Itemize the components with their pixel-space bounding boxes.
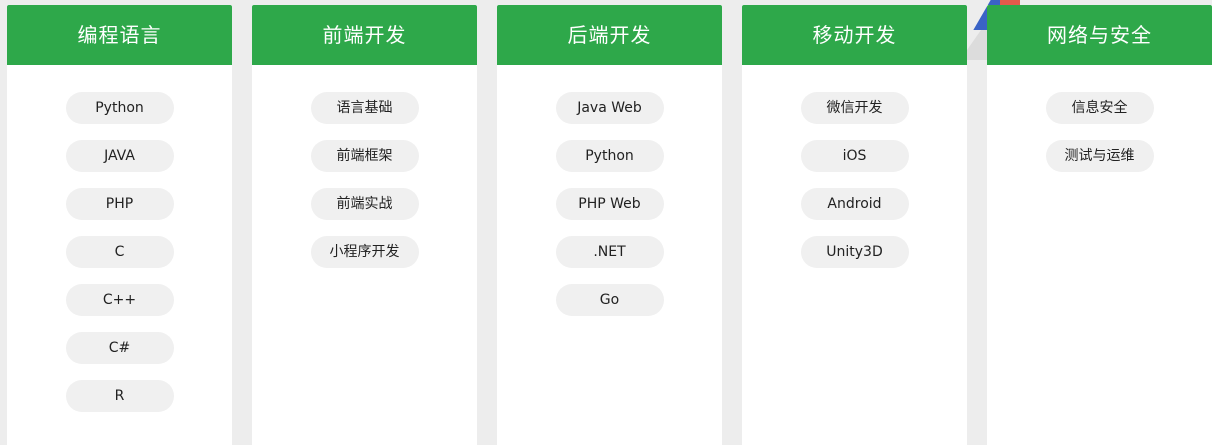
tag-cpp[interactable]: C++ [65,284,174,316]
tag-go[interactable]: Go [555,284,664,316]
category-title: 后端开发 [497,5,722,65]
tag-python[interactable]: Python [555,140,664,172]
tag-frontend-frameworks[interactable]: 前端框架 [310,140,419,172]
category-title: 移动开发 [742,5,967,65]
tag-android[interactable]: Android [800,188,909,220]
category-column-frontend: 前端开发 语言基础 前端框架 前端实战 小程序开发 [252,5,477,445]
tag-ios[interactable]: iOS [800,140,909,172]
category-columns: 编程语言 Python JAVA PHP C C++ C# R 前端开发 语言基… [7,5,1212,445]
tag-php-web[interactable]: PHP Web [555,188,664,220]
category-tag-list: 语言基础 前端框架 前端实战 小程序开发 [252,65,477,268]
category-tag-list: 信息安全 测试与运维 [987,65,1212,172]
tag-php[interactable]: PHP [65,188,174,220]
tag-dotnet[interactable]: .NET [555,236,664,268]
tag-r[interactable]: R [65,380,174,412]
tag-mini-program-dev[interactable]: 小程序开发 [310,236,419,268]
tag-information-security[interactable]: 信息安全 [1045,92,1154,124]
tag-csharp[interactable]: C# [65,332,174,364]
tag-java-web[interactable]: Java Web [555,92,664,124]
category-title: 前端开发 [252,5,477,65]
tag-frontend-practice[interactable]: 前端实战 [310,188,419,220]
category-column-backend: 后端开发 Java Web Python PHP Web .NET Go [497,5,722,445]
category-column-network-security: 网络与安全 信息安全 测试与运维 [987,5,1212,445]
category-column-mobile: 移动开发 微信开发 iOS Android Unity3D [742,5,967,445]
category-tag-list: Python JAVA PHP C C++ C# R [7,65,232,412]
category-title: 编程语言 [7,5,232,65]
tag-python[interactable]: Python [65,92,174,124]
tag-wechat-dev[interactable]: 微信开发 [800,92,909,124]
tag-testing-and-ops[interactable]: 测试与运维 [1045,140,1154,172]
tag-language-basics[interactable]: 语言基础 [310,92,419,124]
category-title: 网络与安全 [987,5,1212,65]
category-tag-list: 微信开发 iOS Android Unity3D [742,65,967,268]
category-tag-list: Java Web Python PHP Web .NET Go [497,65,722,316]
tag-unity3d[interactable]: Unity3D [800,236,909,268]
category-column-programming-languages: 编程语言 Python JAVA PHP C C++ C# R [7,5,232,445]
tag-c[interactable]: C [65,236,174,268]
tag-java[interactable]: JAVA [65,140,174,172]
